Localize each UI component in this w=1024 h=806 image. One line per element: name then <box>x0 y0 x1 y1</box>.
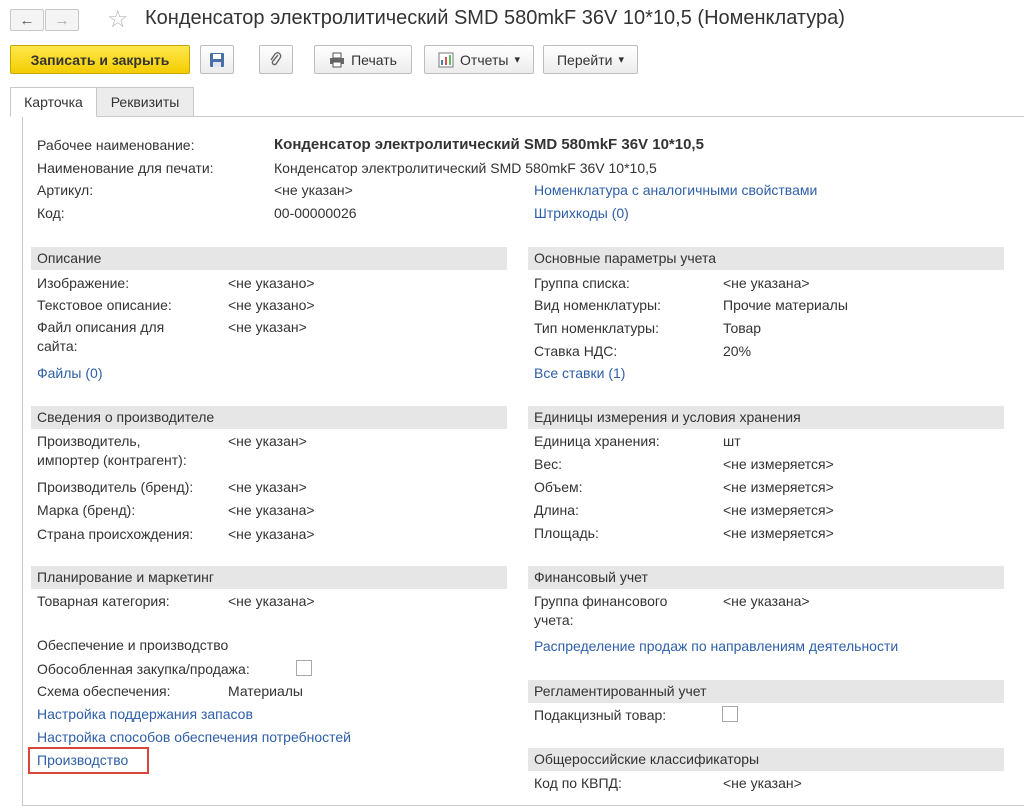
item-type-value[interactable]: Товар <box>723 320 761 336</box>
star-icon[interactable]: ☆ <box>107 5 129 34</box>
producer-label: Производитель, <box>37 433 141 449</box>
section-classifiers: Общероссийские классификаторы <box>528 748 1004 771</box>
print-name-label: Наименование для печати: <box>37 160 214 176</box>
length-label: Длина: <box>534 502 579 518</box>
producer-value[interactable]: <не указан> <box>228 433 307 449</box>
save-and-close-label: Записать и закрыть <box>30 51 170 68</box>
category-value[interactable]: <не указана> <box>228 593 315 609</box>
image-value[interactable]: <не указано> <box>228 275 315 291</box>
area-label: Площадь: <box>534 525 599 541</box>
text-description-value[interactable]: <не указано> <box>228 297 315 313</box>
supply-methods-link[interactable]: Настройка способов обеспечения потребнос… <box>37 729 351 745</box>
section-regulated: Регламентированный учет <box>528 680 1004 703</box>
list-group-value[interactable]: <не указана> <box>723 275 810 291</box>
length-value[interactable]: <не измеряется> <box>723 502 834 518</box>
weight-label: Вес: <box>534 456 563 472</box>
arrow-left-icon: ← <box>19 11 35 29</box>
volume-value[interactable]: <не измеряется> <box>723 479 834 495</box>
kvpd-label: Код по КВПД: <box>534 775 622 791</box>
tab-card-label: Карточка <box>24 94 83 110</box>
brand-label: Производитель (бренд): <box>37 479 194 495</box>
section-description: Описание <box>31 247 507 270</box>
article-label: Артикул: <box>37 182 94 198</box>
area-value[interactable]: <не измеряется> <box>723 525 834 541</box>
all-rates-link[interactable]: Все ставки (1) <box>534 365 625 381</box>
reports-button[interactable]: Отчеты ▾ <box>424 45 534 74</box>
volume-label: Объем: <box>534 479 583 495</box>
barcodes-link[interactable]: Штрихкоды (0) <box>534 205 629 221</box>
goto-button[interactable]: Перейти ▾ <box>543 45 638 74</box>
tab-requisites[interactable]: Реквизиты <box>96 87 194 117</box>
supply-scheme-value[interactable]: Материалы <box>228 683 303 699</box>
article-value[interactable]: <не указан> <box>274 182 353 198</box>
excise-checkbox[interactable] <box>722 706 738 722</box>
vat-rate-label: Ставка НДС: <box>534 343 618 359</box>
save-button[interactable] <box>200 45 234 74</box>
print-button[interactable]: Печать <box>314 45 412 74</box>
item-kind-label: Вид номенклатуры: <box>534 297 661 313</box>
section-finance: Финансовый учет <box>528 566 1004 589</box>
description-file-label: Файл описания для <box>37 319 165 335</box>
section-units: Единицы измерения и условия хранения <box>528 406 1004 429</box>
storage-unit-label: Единица хранения: <box>534 433 660 449</box>
section-supply: Обеспечение и производство <box>31 634 507 657</box>
work-name-label: Рабочее наименование: <box>37 137 195 153</box>
text-description-label: Текстовое описание: <box>37 297 172 313</box>
brand-value[interactable]: <не указан> <box>228 479 307 495</box>
separate-purchase-label: Обособленная закупка/продажа: <box>37 661 250 677</box>
separate-purchase-checkbox[interactable] <box>296 660 312 676</box>
producer-label-line2: импортер (контрагент): <box>37 452 187 468</box>
code-value[interactable]: 00-00000026 <box>274 205 357 221</box>
section-accounting: Основные параметры учета <box>528 247 1004 270</box>
list-group-label: Группа списка: <box>534 275 630 291</box>
print-label: Печать <box>351 51 397 68</box>
save-and-close-button[interactable]: Записать и закрыть <box>10 45 190 74</box>
arrow-right-icon: → <box>54 11 70 29</box>
forward-button[interactable]: → <box>45 9 79 31</box>
window-title: Конденсатор электролитический SMD 580mkF… <box>145 7 845 29</box>
sales-distribution-link[interactable]: Распределение продаж по направлениям дея… <box>534 638 898 654</box>
print-name-value[interactable]: Конденсатор электролитический SMD 580mkF… <box>274 160 657 176</box>
image-label: Изображение: <box>37 275 130 291</box>
category-label: Товарная категория: <box>37 593 170 609</box>
report-icon <box>438 52 454 67</box>
floppy-disk-icon <box>210 52 224 67</box>
mark-value[interactable]: <не указана> <box>228 502 315 518</box>
tab-card[interactable]: Карточка <box>10 87 97 117</box>
kvpd-value[interactable]: <не указан> <box>723 775 802 791</box>
fin-group-label-line2: учета: <box>534 612 574 628</box>
tab-requisites-label: Реквизиты <box>110 94 180 110</box>
description-file-label-line2: сайта: <box>37 338 78 354</box>
reports-label: Отчеты <box>460 51 509 68</box>
section-planning: Планирование и маркетинг <box>31 566 507 589</box>
item-type-label: Тип номенклатуры: <box>534 320 659 336</box>
country-value[interactable]: <не указана> <box>228 526 315 542</box>
fin-group-label: Группа финансового <box>534 593 668 609</box>
paperclip-icon <box>270 51 282 65</box>
fin-group-value[interactable]: <не указана> <box>723 593 810 609</box>
stock-settings-link[interactable]: Настройка поддержания запасов <box>37 706 253 722</box>
chevron-down-icon: ▾ <box>618 54 624 66</box>
work-name-value[interactable]: Конденсатор электролитический SMD 580mkF… <box>274 136 704 153</box>
back-button[interactable]: ← <box>10 9 44 31</box>
mark-label: Марка (бренд): <box>37 502 136 518</box>
excise-label: Подакцизный товар: <box>534 707 667 723</box>
chevron-down-icon: ▾ <box>514 54 520 66</box>
description-file-value[interactable]: <не указан> <box>228 319 307 335</box>
vat-rate-value[interactable]: 20% <box>723 343 751 359</box>
attach-button[interactable] <box>259 45 293 74</box>
code-label: Код: <box>37 205 65 221</box>
section-manufacturer: Сведения о производителе <box>31 406 507 429</box>
files-link[interactable]: Файлы (0) <box>37 365 102 381</box>
item-kind-value[interactable]: Прочие материалы <box>723 297 848 313</box>
production-link[interactable]: Производство <box>37 752 128 768</box>
goto-label: Перейти <box>556 51 613 68</box>
weight-value[interactable]: <не измеряется> <box>723 456 834 472</box>
similar-items-link[interactable]: Номенклатура с аналогичными свойствами <box>534 182 817 198</box>
supply-scheme-label: Схема обеспечения: <box>37 683 171 699</box>
printer-icon <box>330 52 345 67</box>
storage-unit-value[interactable]: шт <box>723 433 741 449</box>
country-label: Страна происхождения: <box>37 526 194 542</box>
